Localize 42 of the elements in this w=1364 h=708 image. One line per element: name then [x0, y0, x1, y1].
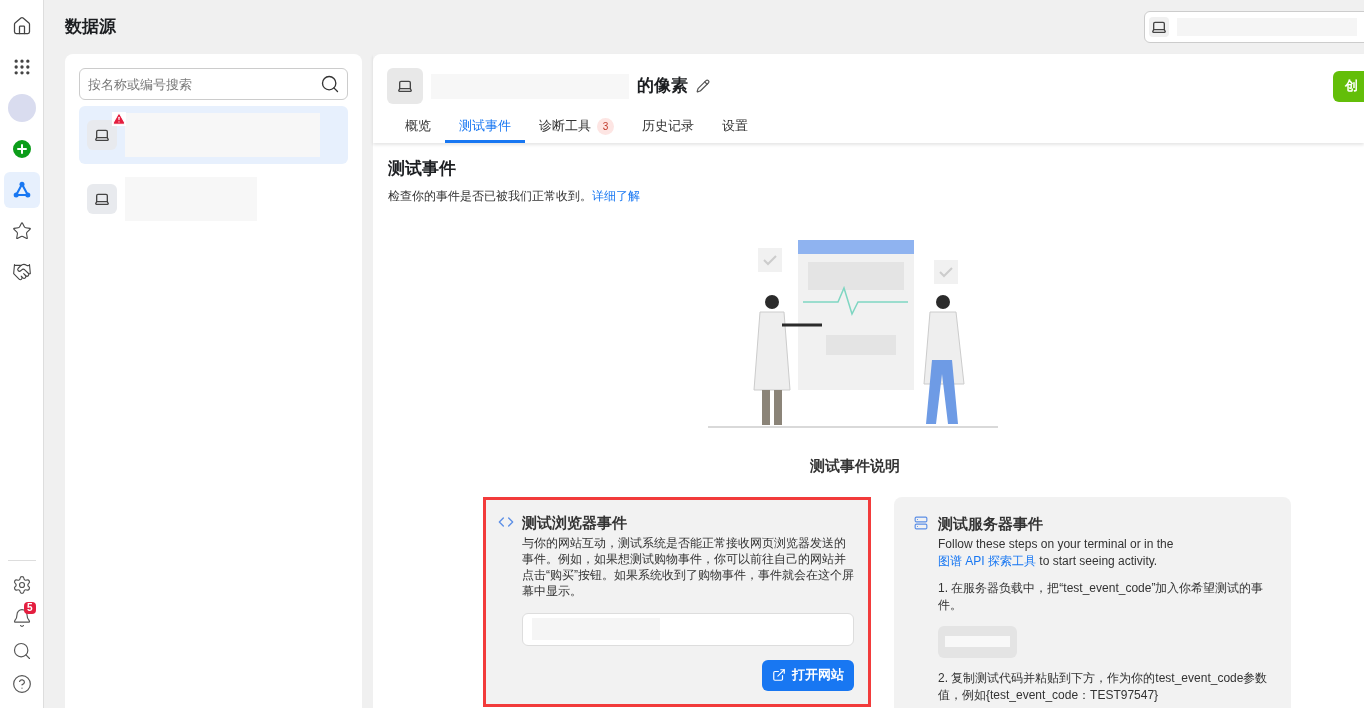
network-nodes-icon — [11, 180, 32, 200]
edit-icon — [696, 79, 710, 93]
browser-code-icon — [498, 514, 514, 530]
laptop-icon — [94, 191, 110, 207]
graph-api-explorer-link[interactable]: 图谱 API 探索工具 — [938, 553, 1036, 568]
tab[interactable]: 诊断工具 3 — [525, 112, 628, 143]
search-field[interactable]: 按名称或编号搜索 — [79, 68, 348, 100]
section-description: 检查你的事件是否已被我们正常收到。详细了解 — [388, 187, 641, 205]
notification-badge: 5 — [23, 602, 36, 614]
pixel-name: 的像素 — [637, 75, 688, 98]
laptop-icon — [94, 127, 110, 143]
tab[interactable]: 概览 — [391, 112, 445, 143]
account-avatar — [7, 94, 36, 122]
search-icon — [11, 641, 32, 661]
tab[interactable]: 测试事件 — [445, 112, 525, 143]
home-icon — [11, 16, 32, 36]
card-description: 与你的网站互动，测试系统是否能正常接收网页浏览器发送的事件。例如，如果想测试购物事件，你可以前往自己的网站并点击“购买”按钮。如果系统收到了购物事件，事件就会在这个屏幕中显示。 — [522, 534, 854, 599]
settings-icon — [11, 575, 32, 595]
tab[interactable]: 设置 — [708, 112, 762, 143]
illustration-caption: 测试事件说明 — [809, 455, 900, 476]
rail-button[interactable]: 5 — [3, 602, 40, 634]
website-url-field[interactable] — [522, 612, 854, 646]
server-icon — [914, 515, 928, 531]
search-icon — [320, 74, 340, 94]
external-link-icon — [772, 668, 786, 682]
tab[interactable]: 历史记录 — [628, 112, 708, 143]
open-website-button[interactable]: 打开网站 — [762, 659, 854, 691]
rail-button[interactable] — [3, 172, 40, 208]
learn-more-link[interactable]: 详细了解 — [592, 188, 640, 203]
step-text: 2. 复制测试代码并粘贴到下方，作为你的test_event_code参数值，例如{test_event_code：TEST97547} — [938, 669, 1269, 704]
card-description: Follow these steps on your terminal or in the 图谱 API 探索工具 to start seeing activity. — [938, 535, 1175, 570]
count-badge: 3 — [597, 117, 614, 135]
star-icon — [11, 221, 32, 241]
card-title: 测试浏览器事件 — [522, 513, 628, 533]
create-button[interactable]: 创 — [1333, 70, 1364, 102]
handshake-icon — [11, 262, 32, 282]
help-icon — [11, 674, 32, 694]
section-title: 测试事件 — [388, 158, 457, 180]
page-title: 数据源 — [65, 16, 116, 39]
laptop-icon — [397, 78, 413, 94]
step-text: 1. 在服务器负载中，把“test_event_code”加入你希望测试的事件。 — [938, 579, 1265, 614]
card-title: 测试服务器事件 — [938, 514, 1044, 534]
